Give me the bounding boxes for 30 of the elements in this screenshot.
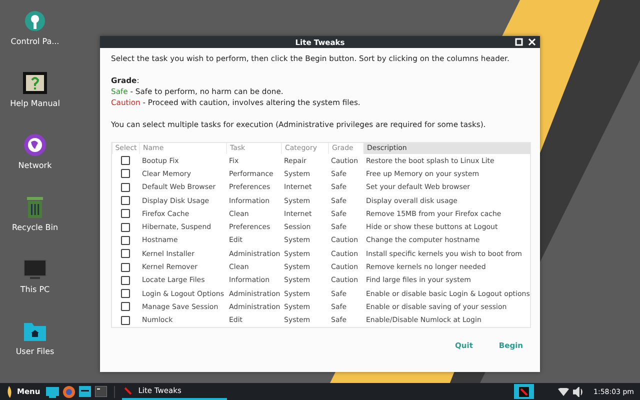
browser-icon[interactable]	[63, 386, 76, 398]
desktop-icon-label[interactable]: Control Pa...	[10, 37, 60, 46]
checkbox[interactable]	[121, 182, 130, 192]
checkbox[interactable]	[121, 236, 130, 245]
close-icon[interactable]	[528, 38, 536, 46]
book-icon[interactable]	[22, 70, 48, 96]
checkbox[interactable]	[121, 222, 130, 232]
desktop-icon-label[interactable]: This PC	[20, 285, 50, 294]
terminal-icon[interactable]	[95, 386, 108, 397]
checkbox[interactable]	[121, 316, 130, 325]
wifi-icon[interactable]	[558, 388, 569, 396]
maximize-icon[interactable]	[515, 38, 523, 46]
checkbox[interactable]	[121, 289, 130, 298]
checkbox[interactable]	[121, 169, 130, 178]
desktop-icon-label[interactable]: User Files	[16, 347, 54, 356]
checkbox[interactable]	[121, 276, 130, 285]
tray-app-button[interactable]	[514, 384, 534, 399]
desktop-icon-label[interactable]: Help Manual	[10, 99, 60, 108]
desktop-icon-label[interactable]: Recycle Bin	[12, 223, 58, 232]
desktop-icon-label[interactable]: Network	[18, 161, 52, 170]
monitor-icon[interactable]	[46, 386, 60, 398]
checkbox[interactable]	[121, 209, 130, 218]
checkbox[interactable]	[121, 249, 130, 258]
checkbox[interactable]	[121, 196, 130, 206]
checkbox[interactable]	[121, 302, 130, 312]
folder-icon[interactable]	[79, 386, 92, 397]
checkbox[interactable]	[121, 262, 130, 272]
checkbox[interactable]	[121, 156, 130, 166]
feather-icon[interactable]	[5, 384, 13, 398]
volume-icon[interactable]	[572, 386, 584, 396]
